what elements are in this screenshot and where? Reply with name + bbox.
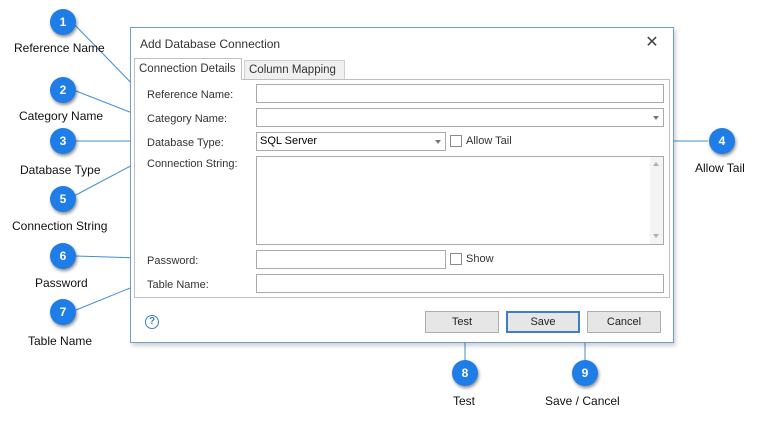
callout-badge-5: 5	[50, 186, 76, 212]
callout-caption-3: Database Type	[20, 163, 101, 177]
category-name-label: Category Name:	[147, 113, 228, 125]
callout-caption-9: Save / Cancel	[545, 394, 620, 408]
callout-badge-4: 4	[709, 128, 735, 154]
connection-details-panel: Reference Name: Category Name: Database …	[134, 79, 670, 298]
close-icon[interactable]: ✕	[643, 33, 661, 53]
scroll-up-icon[interactable]	[653, 162, 659, 166]
reference-name-input[interactable]	[256, 84, 664, 103]
vertical-scrollbar[interactable]	[650, 157, 663, 244]
callout-badge-9: 9	[572, 360, 598, 386]
show-password-label[interactable]: Show	[466, 253, 494, 265]
category-name-dropdown[interactable]	[256, 108, 664, 127]
callout-caption-4: Allow Tail	[695, 161, 745, 175]
database-type-label: Database Type:	[147, 137, 224, 149]
callout-badge-6: 6	[50, 243, 76, 269]
password-input[interactable]	[256, 250, 446, 269]
chevron-down-icon[interactable]	[653, 116, 659, 120]
show-password-checkbox[interactable]	[450, 253, 462, 265]
allow-tail-label[interactable]: Allow Tail	[466, 135, 512, 147]
save-button[interactable]: Save	[506, 311, 580, 333]
tab-column-mapping[interactable]: Column Mapping	[244, 60, 345, 79]
callout-caption-7: Table Name	[28, 334, 93, 348]
callout-caption-6: Password	[35, 276, 88, 290]
table-name-input[interactable]	[256, 274, 664, 293]
callout-badge-2: 2	[50, 77, 76, 103]
cancel-button[interactable]: Cancel	[587, 311, 661, 333]
connection-string-label: Connection String:	[147, 158, 238, 170]
password-label: Password:	[147, 255, 199, 267]
tab-connection-details[interactable]: Connection Details	[134, 58, 242, 80]
scroll-down-icon[interactable]	[653, 234, 659, 238]
callout-badge-3: 3	[50, 128, 76, 154]
callout-badge-8: 8	[452, 360, 478, 386]
test-button[interactable]: Test	[425, 311, 499, 333]
allow-tail-checkbox[interactable]	[450, 135, 462, 147]
callout-caption-5: Connection String	[12, 219, 108, 233]
callout-badge-1: 1	[50, 9, 76, 35]
table-name-label: Table Name:	[147, 279, 209, 291]
callout-caption-8: Test	[453, 394, 476, 408]
add-database-connection-dialog: Add Database Connection ✕ Connection Det…	[130, 27, 674, 343]
reference-name-label: Reference Name:	[147, 89, 234, 101]
chevron-down-icon[interactable]	[435, 140, 441, 144]
connection-string-textarea[interactable]	[256, 156, 664, 245]
database-type-dropdown[interactable]: SQL Server	[256, 132, 446, 151]
database-type-value: SQL Server	[260, 135, 318, 147]
callout-caption-1: Reference Name	[14, 41, 105, 55]
callout-caption-2: Category Name	[19, 109, 104, 123]
callout-badge-7: 7	[50, 299, 76, 325]
help-icon[interactable]: ?	[145, 315, 159, 329]
dialog-title: Add Database Connection	[140, 37, 281, 51]
